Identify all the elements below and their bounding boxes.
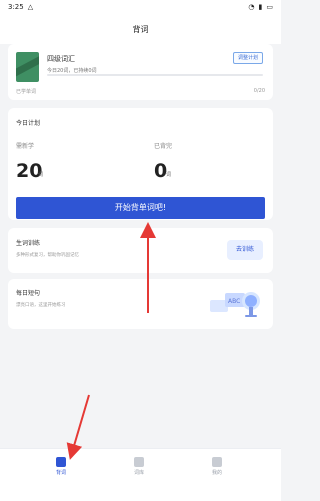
tab-library-label: 词库 [133, 470, 144, 476]
microphone-illustration-icon: ABC [210, 292, 260, 317]
done-words-unit: 词 [166, 172, 172, 178]
today-plan-card: 今日计划 需新学 已背完 20 词 0 词 开始背单词吧! [8, 108, 273, 220]
daily-title: 每日短句 [16, 290, 41, 297]
book-title: 四级词汇 [47, 55, 75, 63]
page-header: 背词 [0, 14, 281, 44]
book-subtitle: 今日20词，已持续0词 [47, 68, 97, 74]
learned-count: 0/20 [253, 88, 265, 94]
svg-text:ABC: ABC [228, 298, 240, 305]
network-icon: ▮ [258, 3, 263, 11]
daily-sentence-card[interactable]: 每日短句 漂亮口语，这里开始练习 ABC [8, 279, 273, 329]
profile-icon [212, 457, 222, 467]
tab-profile-label: 我的 [211, 470, 222, 476]
plan-title: 今日计划 [16, 120, 41, 127]
book-card: 四级词汇 今日20词，已持续0词 调整计划 已学单词 0/20 [8, 44, 273, 100]
status-bar: 3:25 △ ◔ ▮ ▭ [0, 0, 281, 14]
page-title: 背词 [132, 24, 149, 34]
battery-icon: ▭ [266, 3, 273, 11]
library-icon [134, 457, 144, 467]
training-desc: 多种形式复习，帮助你巩固记忆 [16, 253, 79, 258]
book-icon [56, 457, 66, 467]
daily-desc: 漂亮口语，这里开始练习 [16, 303, 66, 308]
training-title: 生词训练 [16, 240, 41, 247]
book-cover-image [16, 52, 39, 82]
done-words-label: 已背完 [154, 143, 173, 150]
start-study-button[interactable]: 开始背单词吧! [16, 197, 265, 219]
tab-library[interactable]: 词库 [111, 457, 167, 476]
signal-icon: △ [27, 3, 34, 11]
training-button[interactable]: 去训练 [227, 240, 263, 260]
learning-progress-bar [47, 74, 263, 76]
status-time: 3:25 [8, 3, 24, 11]
change-plan-button[interactable]: 调整计划 [232, 52, 263, 64]
tab-words-label: 背词 [55, 470, 66, 476]
bottom-tab-bar: 背词 词库 我的 [0, 448, 281, 501]
new-words-unit: 词 [38, 172, 44, 178]
wifi-icon: ◔ [248, 3, 255, 11]
training-card: 生词训练 多种形式复习，帮助你巩固记忆 去训练 [8, 228, 273, 273]
new-words-label: 需新学 [16, 143, 35, 150]
tab-words[interactable]: 背词 [33, 457, 89, 476]
tab-profile[interactable]: 我的 [189, 457, 245, 476]
learned-label: 已学单词 [16, 89, 37, 95]
